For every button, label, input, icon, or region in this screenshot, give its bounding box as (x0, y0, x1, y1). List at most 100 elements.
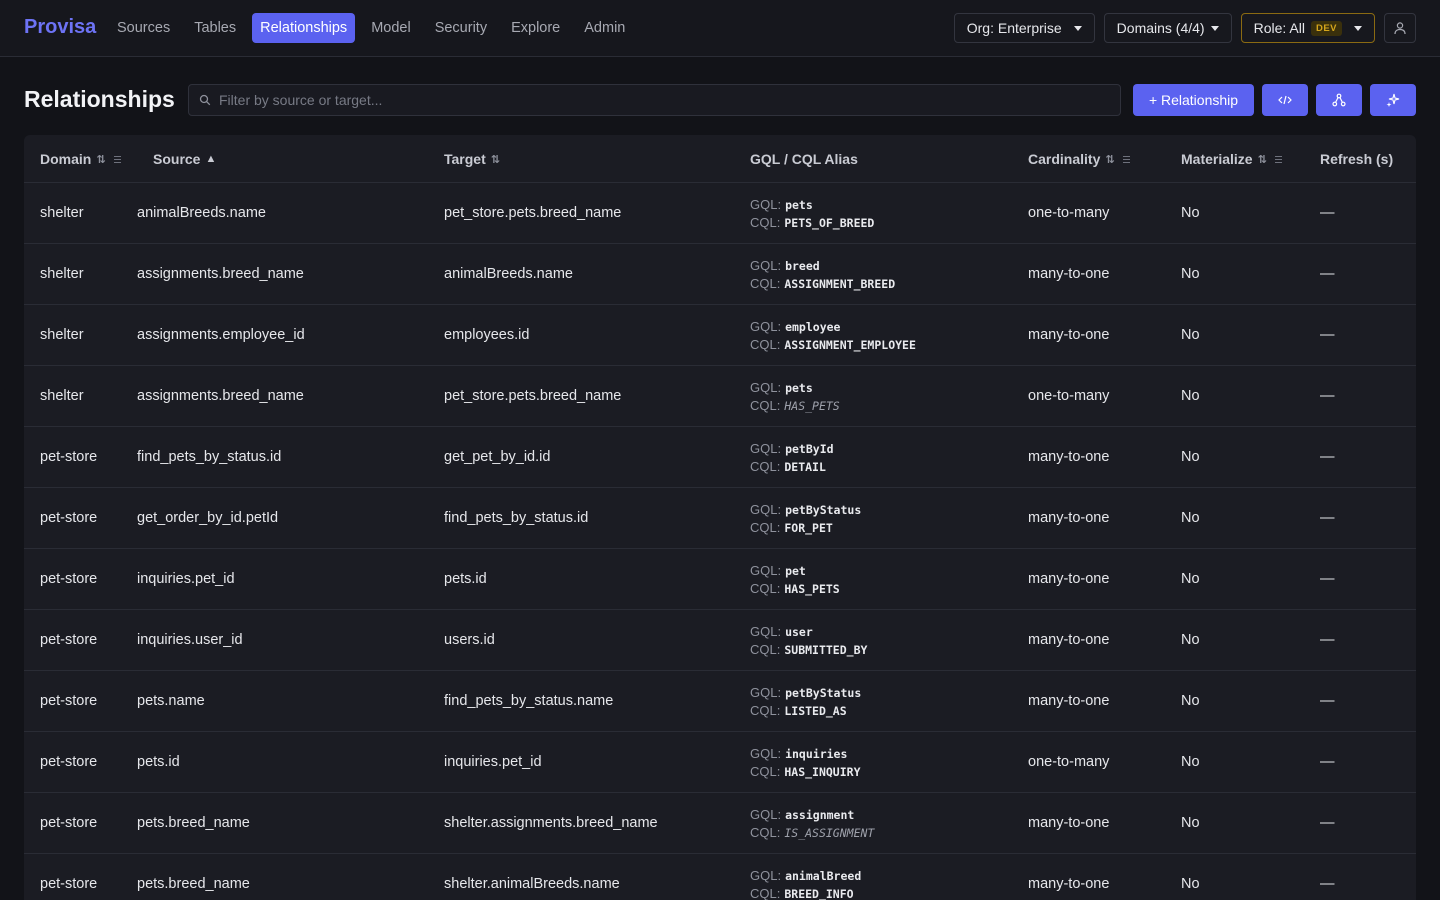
cell-refresh: — (1320, 632, 1335, 648)
nav-admin[interactable]: Admin (576, 13, 633, 43)
cell-cardinality: many-to-one (1028, 449, 1110, 465)
cql-prefix: CQL: (750, 580, 781, 596)
column-header-label: Refresh (s) (1320, 151, 1394, 167)
gql-alias-value: pets (785, 380, 813, 395)
column-header-domain[interactable]: Domain ⇅ (40, 151, 121, 167)
column-header-cardinality[interactable]: Cardinality ⇅ (1028, 151, 1130, 167)
nav-explore[interactable]: Explore (503, 13, 568, 43)
role-dropdown-label: Role: All (1253, 20, 1305, 36)
cql-alias-value: SUBMITTED_BY (784, 642, 868, 657)
table-row[interactable]: pet-store find_pets_by_status.id get_pet_b… (24, 427, 1416, 488)
gql-alias-line: GQL: assignment (750, 807, 854, 822)
cql-alias-value: FOR_PET (784, 520, 833, 535)
table-row[interactable]: pet-store pets.id inquiries.pet_id GQL: inqu… (24, 732, 1416, 793)
cell-source: find_pets_by_status.id (137, 449, 282, 465)
table-row[interactable]: shelter assignments.employee_id employees.… (24, 305, 1416, 366)
column-menu-icon[interactable] (1122, 155, 1130, 163)
sort-ascending-icon[interactable]: ▲ (205, 153, 216, 165)
cell-target: animalBreeds.name (444, 266, 573, 282)
cell-domain: pet-store (40, 571, 98, 587)
cql-alias-value: HAS_PETS (784, 398, 840, 413)
cell-materialize: No (1181, 510, 1200, 526)
column-menu-icon[interactable] (1274, 155, 1282, 163)
cell-alias: GQL: pet CQL: HAS_PETS (750, 549, 840, 609)
ai-suggest-button[interactable] (1370, 84, 1416, 116)
cell-refresh: — (1320, 449, 1335, 465)
column-header-materialize[interactable]: Materialize ⇅ (1181, 151, 1282, 167)
role-dropdown[interactable]: Role: All DEV (1240, 13, 1375, 43)
table-row[interactable]: pet-store pets.breed_name shelter.assignme… (24, 793, 1416, 854)
cell-target: find_pets_by_status.id (444, 510, 589, 526)
table-row[interactable]: shelter animalBreeds.name pet_store.pets.b… (24, 183, 1416, 244)
table-row[interactable]: shelter assignments.breed_name animalBreed… (24, 244, 1416, 305)
sort-icon[interactable]: ⇅ (1258, 153, 1267, 166)
cell-refresh: — (1320, 205, 1335, 221)
nav-tables[interactable]: Tables (186, 13, 244, 43)
gql-prefix: GQL: (750, 806, 782, 822)
cell-alias: GQL: assignment CQL: IS_ASSIGNMENT (750, 793, 874, 853)
brand-logo[interactable]: Provisa (24, 16, 96, 39)
cell-cardinality: many-to-one (1028, 876, 1110, 892)
column-header-target[interactable]: Target ⇅ (444, 151, 500, 167)
filter-input[interactable] (219, 92, 1099, 108)
nav-sources[interactable]: Sources (109, 13, 178, 43)
column-header-source[interactable]: Source ▲ (153, 151, 216, 167)
user-menu-button[interactable] (1384, 13, 1416, 43)
gql-alias-value: petByStatus (785, 502, 862, 517)
table-row[interactable]: pet-store pets.name find_pets_by_status.na… (24, 671, 1416, 732)
main-nav: Sources Tables Relationships Model Secur… (105, 13, 637, 43)
nav-relationships[interactable]: Relationships (252, 13, 356, 43)
cql-alias-line: CQL: DETAIL (750, 459, 826, 474)
cell-alias: GQL: inquiries CQL: HAS_INQUIRY (750, 732, 861, 792)
cell-cardinality: many-to-one (1028, 571, 1110, 587)
table-row[interactable]: pet-store inquiries.user_id users.id GQL: us… (24, 610, 1416, 671)
sort-icon[interactable]: ⇅ (491, 153, 500, 166)
cell-target: users.id (444, 632, 495, 648)
cell-refresh: — (1320, 266, 1335, 282)
code-icon (1278, 95, 1292, 105)
column-menu-icon[interactable] (113, 155, 121, 163)
gql-alias-value: pet (785, 563, 806, 578)
cell-cardinality: many-to-one (1028, 510, 1110, 526)
cell-refresh: — (1320, 815, 1335, 831)
cell-cardinality: one-to-many (1028, 754, 1110, 770)
gql-alias-value: user (785, 624, 813, 639)
cell-refresh: — (1320, 693, 1335, 709)
cell-source: assignments.employee_id (137, 327, 305, 343)
nav-model[interactable]: Model (363, 13, 419, 43)
cql-alias-line: CQL: HAS_INQUIRY (750, 764, 861, 779)
cql-prefix: CQL: (750, 458, 781, 474)
graph-view-button[interactable] (1316, 84, 1362, 116)
table-row[interactable]: pet-store get_order_by_id.petId find_pets_… (24, 488, 1416, 549)
cql-alias-line: CQL: SUBMITTED_BY (750, 642, 867, 657)
sort-icon[interactable]: ⇅ (96, 153, 105, 166)
org-dropdown-label: Org: Enterprise (966, 20, 1062, 36)
sort-icon[interactable]: ⇅ (1105, 153, 1114, 166)
cell-cardinality: many-to-one (1028, 693, 1110, 709)
add-relationship-button[interactable]: + Relationship (1133, 84, 1254, 116)
cell-materialize: No (1181, 266, 1200, 282)
cql-prefix: CQL: (750, 214, 781, 230)
table-row[interactable]: pet-store inquiries.pet_id pets.id GQL: pet C… (24, 549, 1416, 610)
cell-alias: GQL: petById CQL: DETAIL (750, 427, 834, 487)
top-navbar: Provisa Sources Tables Relationships Mod… (0, 0, 1440, 57)
code-view-button[interactable] (1262, 84, 1308, 116)
env-badge: DEV (1310, 20, 1342, 36)
cell-cardinality: many-to-one (1028, 327, 1110, 343)
gql-alias-value: assignment (785, 807, 855, 822)
column-header-label: Target (444, 151, 486, 167)
domains-dropdown[interactable]: Domains (4/4) (1103, 13, 1232, 43)
table-row[interactable]: pet-store pets.breed_name shelter.animalBr… (24, 854, 1416, 900)
cell-domain: pet-store (40, 510, 98, 526)
cell-source: pets.breed_name (137, 876, 250, 892)
cell-materialize: No (1181, 327, 1200, 343)
cell-refresh: — (1320, 388, 1335, 404)
cql-prefix: CQL: (750, 336, 781, 352)
cell-target: pet_store.pets.breed_name (444, 205, 622, 221)
chevron-down-icon (1210, 25, 1219, 31)
org-dropdown[interactable]: Org: Enterprise (953, 13, 1095, 43)
table-row[interactable]: shelter assignments.breed_name pet_store.p… (24, 366, 1416, 427)
cell-refresh: — (1320, 754, 1335, 770)
gql-alias-line: GQL: pets (750, 197, 813, 212)
nav-security[interactable]: Security (427, 13, 495, 43)
